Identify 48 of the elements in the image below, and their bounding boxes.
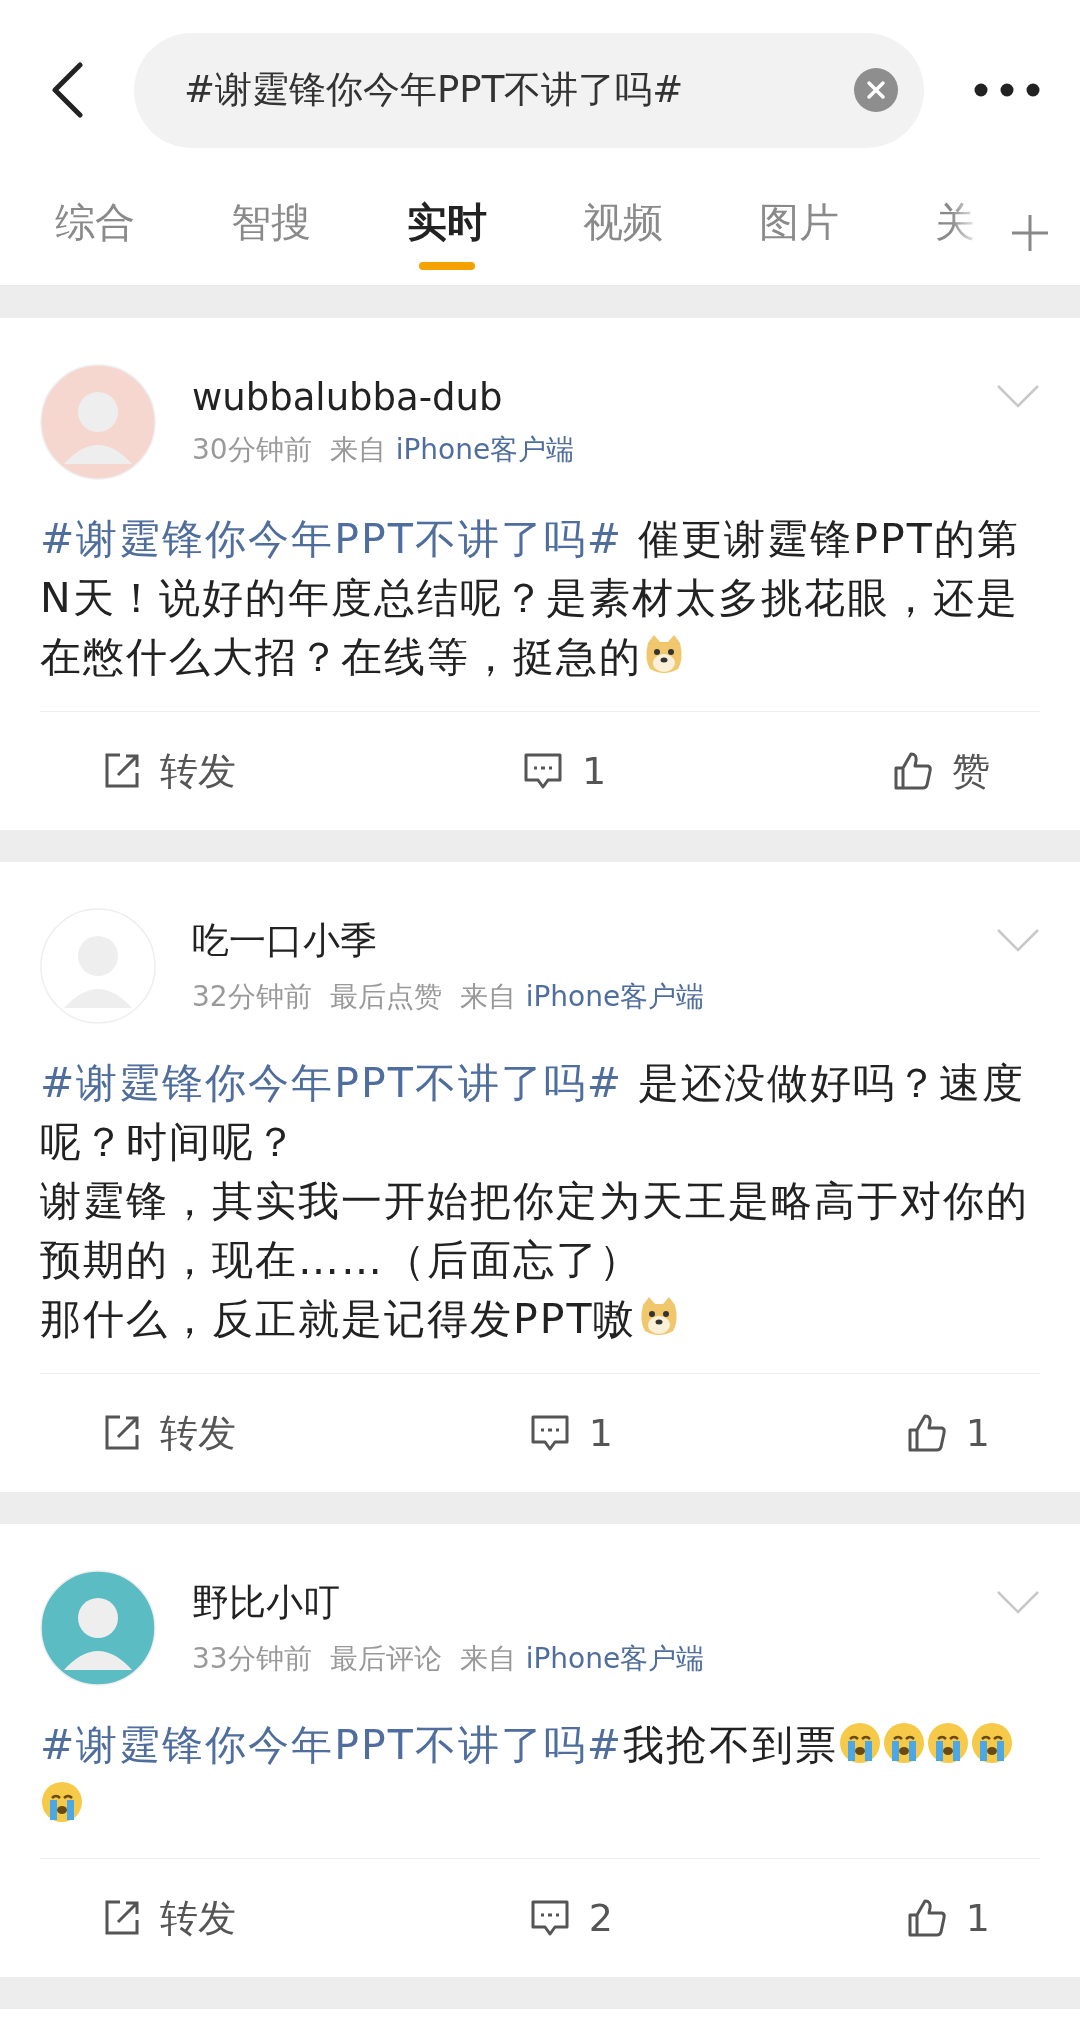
- user-name[interactable]: wubbalubba-dub: [192, 375, 996, 419]
- source-label: 来自: [329, 431, 386, 468]
- post-text: #谢霆锋你今年PPT不讲了吗# 催更谢霆锋PPT的第N天！说好的年度总结呢？是素材太多挑花眼，还是在憋什么大招？在线等，挺急的: [40, 514, 1021, 683]
- more-icon[interactable]: [974, 83, 1040, 97]
- hashtag-link[interactable]: #谢霆锋你今年PPT不讲了吗#: [40, 1721, 624, 1769]
- crying-emoji-icon: [970, 1721, 1015, 1765]
- crying-emoji-icon: [40, 1780, 84, 1824]
- back-icon[interactable]: [50, 62, 84, 118]
- crying-emoji-icon: [838, 1721, 883, 1765]
- comment-button[interactable]: 2: [528, 1896, 613, 1940]
- source-label: 来自: [459, 1641, 516, 1677]
- crying-emoji-icon: [926, 1721, 971, 1765]
- plus-icon[interactable]: [1010, 212, 1050, 253]
- post-text: #谢霆锋你今年PPT不讲了吗# 是还没做好吗？速度呢？时间呢？: [40, 1058, 1027, 1168]
- thumbs-up-icon: [892, 750, 934, 792]
- comment-button[interactable]: 1: [521, 749, 607, 793]
- post-text: 谢霆锋，其实我一开始把你定为天王是略高于对你的预期的，现在……（后面忘了）: [40, 1176, 1030, 1286]
- crying-emoji-icon: [882, 1721, 927, 1765]
- post-time: 33分钟前: [192, 1641, 312, 1677]
- user-name[interactable]: 吃一口小季: [192, 916, 996, 966]
- like-button[interactable]: 赞: [892, 745, 990, 797]
- post-time: 32分钟前: [192, 979, 312, 1015]
- post-status: 最后点赞: [329, 979, 442, 1015]
- clear-icon[interactable]: [854, 68, 898, 112]
- post-status: 最后评论: [329, 1641, 442, 1677]
- repost-button[interactable]: 转发: [102, 1892, 236, 1944]
- repost-button[interactable]: 转发: [102, 1407, 236, 1459]
- search-field[interactable]: #谢霆锋你今年PPT不讲了吗#: [134, 32, 924, 148]
- avatar[interactable]: [40, 1570, 156, 1686]
- avatar[interactable]: [40, 364, 156, 480]
- chevron-down-icon[interactable]: [996, 384, 1040, 408]
- chevron-down-icon[interactable]: [996, 928, 1040, 952]
- post-time: 30分钟前: [192, 431, 312, 468]
- source-link[interactable]: iPhone客户端: [395, 430, 575, 469]
- post-text: #谢霆锋你今年PPT不讲了吗#我抢不到票: [40, 1716, 1040, 1834]
- comment-button[interactable]: 1: [528, 1411, 613, 1455]
- post-text: 那什么，反正就是记得发PPT嗷: [40, 1290, 1040, 1349]
- tab[interactable]: 实时: [407, 195, 487, 270]
- hashtag-link[interactable]: #谢霆锋你今年PPT不讲了吗#: [40, 1059, 624, 1107]
- source-label: 来自: [459, 979, 516, 1015]
- like-button[interactable]: 1: [905, 1896, 990, 1940]
- user-name[interactable]: 野比小叮: [192, 1578, 996, 1628]
- like-button[interactable]: 1: [905, 1411, 990, 1455]
- source-link[interactable]: iPhone客户端: [525, 978, 705, 1016]
- hashtag-link[interactable]: #谢霆锋你今年PPT不讲了吗#: [40, 515, 624, 563]
- source-link[interactable]: iPhone客户端: [525, 1640, 705, 1678]
- chevron-down-icon[interactable]: [996, 1590, 1040, 1614]
- repost-button[interactable]: 转发: [102, 745, 236, 797]
